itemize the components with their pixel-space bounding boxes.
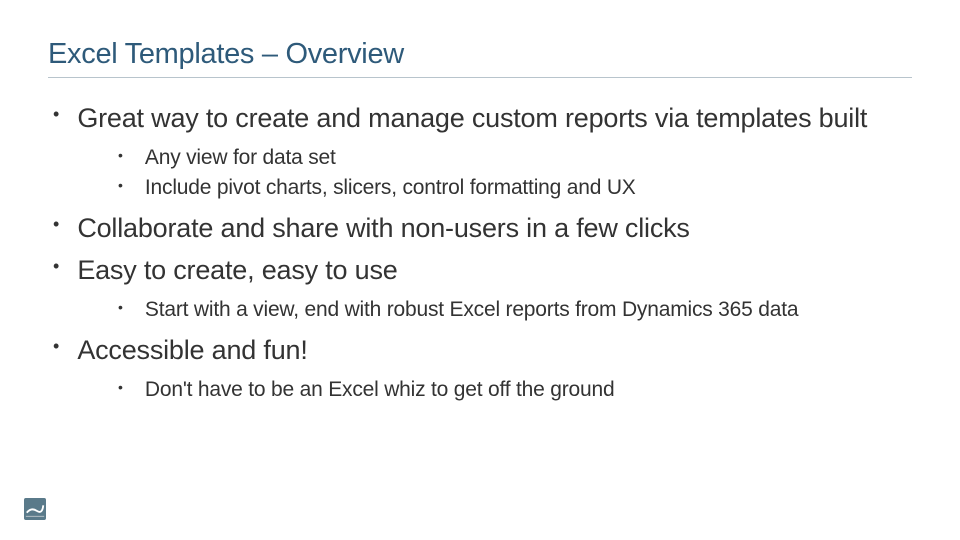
bullet-text: Include pivot charts, slicers, control f… — [145, 174, 636, 202]
bullet-sub-group: • Any view for data set • Include pivot … — [48, 144, 912, 203]
bullet-level-2: • Don't have to be an Excel whiz to get … — [118, 376, 912, 404]
bullet-marker: • — [53, 212, 59, 237]
bullet-sub-group: • Start with a view, end with robust Exc… — [48, 296, 912, 324]
bullet-level-2: • Start with a view, end with robust Exc… — [118, 296, 912, 324]
bullet-marker: • — [118, 144, 123, 166]
bullet-level-2: • Any view for data set — [118, 144, 912, 172]
bullet-marker: • — [118, 296, 123, 318]
bullet-text: Collaborate and share with non-users in … — [77, 212, 689, 246]
bullet-marker: • — [118, 174, 123, 196]
bullet-text: Start with a view, end with robust Excel… — [145, 296, 798, 324]
bullet-level-2: • Include pivot charts, slicers, control… — [118, 174, 912, 202]
footer-logo-icon — [24, 498, 46, 520]
bullet-sub-group: • Don't have to be an Excel whiz to get … — [48, 376, 912, 404]
bullet-level-1: • Accessible and fun! — [48, 334, 912, 368]
bullet-text: Great way to create and manage custom re… — [77, 102, 867, 136]
bullet-level-1: • Collaborate and share with non-users i… — [48, 212, 912, 246]
bullet-marker: • — [53, 102, 59, 127]
slide-title: Excel Templates – Overview — [48, 38, 912, 78]
slide-container: Excel Templates – Overview • Great way t… — [0, 0, 960, 404]
bullet-marker: • — [53, 254, 59, 279]
bullet-text: Don't have to be an Excel whiz to get of… — [145, 376, 615, 404]
bullet-level-1: • Easy to create, easy to use — [48, 254, 912, 288]
bullet-text: Accessible and fun! — [77, 334, 307, 368]
bullet-marker: • — [118, 376, 123, 398]
bullet-marker: • — [53, 334, 59, 359]
bullet-text: Any view for data set — [145, 144, 336, 172]
slide-content: • Great way to create and manage custom … — [48, 84, 912, 404]
bullet-level-1: • Great way to create and manage custom … — [48, 102, 912, 136]
bullet-text: Easy to create, easy to use — [77, 254, 397, 288]
